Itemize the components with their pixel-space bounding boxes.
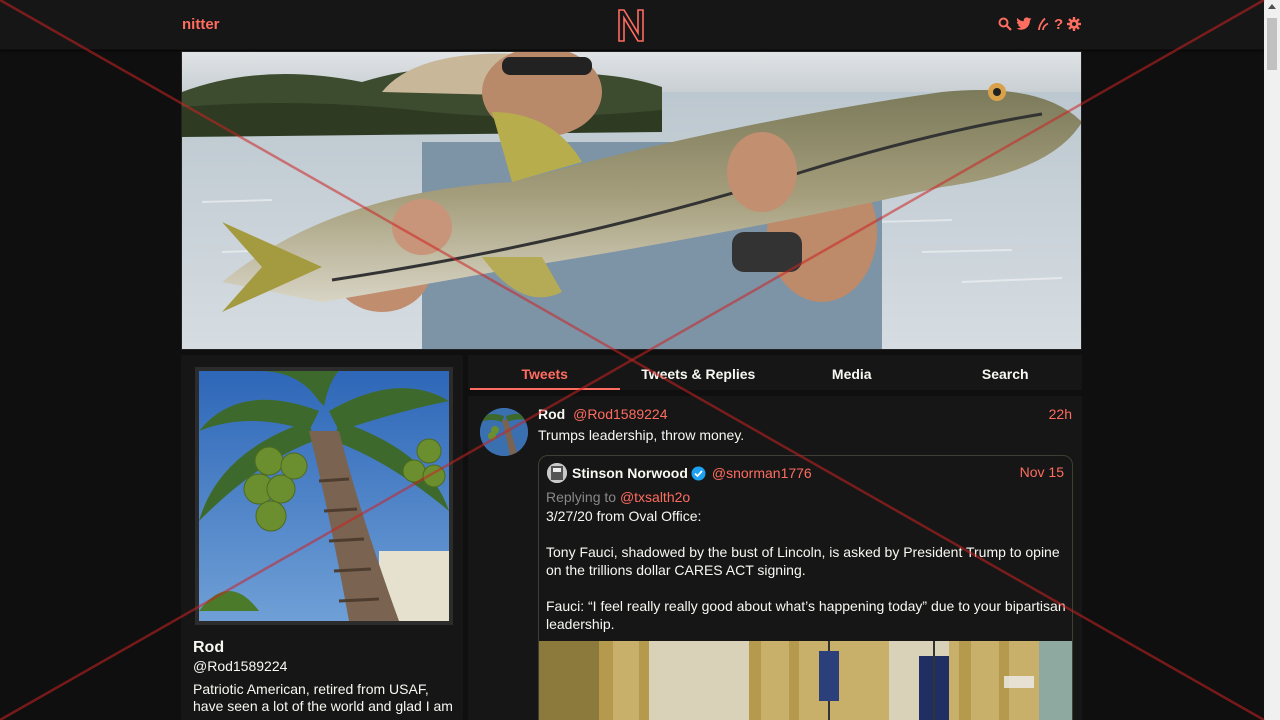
profile-fullname: Rod bbox=[193, 639, 225, 656]
quote-fullname[interactable]: Stinson Norwood bbox=[572, 465, 688, 481]
quote-paragraph: 3/27/20 from Oval Office: bbox=[546, 508, 702, 524]
profile-avatar[interactable] bbox=[195, 367, 453, 625]
navbar: nitter ? bbox=[0, 0, 1264, 50]
tab-search[interactable]: Search bbox=[929, 355, 1083, 390]
timeline-tabs: Tweets Tweets & Replies Media Search bbox=[468, 355, 1082, 390]
rss-icon[interactable] bbox=[1036, 14, 1050, 34]
page-scrollbar[interactable] bbox=[1264, 0, 1280, 720]
nav-icon-group: ? bbox=[998, 14, 1264, 34]
quote-paragraph: Tony Fauci, shadowed by the bust of Linc… bbox=[546, 544, 1060, 578]
replying-to-label: Replying to bbox=[546, 489, 617, 505]
tab-media[interactable]: Media bbox=[775, 355, 929, 390]
quote-body: 3/27/20 from Oval Office: Tony Fauci, sh… bbox=[546, 507, 1068, 651]
timeline: Rod @Rod1589224 22h Trumps leadership, t… bbox=[468, 396, 1082, 720]
replying-to-link[interactable]: @txsalth2o bbox=[620, 489, 690, 505]
quote-paragraph: Fauci: “I feel really really good about … bbox=[546, 598, 1066, 632]
tab-tweets-replies[interactable]: Tweets & Replies bbox=[622, 355, 776, 390]
quote-header: Stinson Norwood @snorman1776 Nov 15 bbox=[547, 463, 1064, 483]
help-icon[interactable]: ? bbox=[1054, 14, 1063, 34]
quote-avatar[interactable] bbox=[547, 463, 567, 483]
gear-icon[interactable] bbox=[1067, 14, 1082, 34]
search-icon[interactable] bbox=[998, 14, 1012, 34]
tweet-text: Trumps leadership, throw money. bbox=[538, 427, 745, 443]
tweet-fullname[interactable]: Rod bbox=[538, 406, 565, 422]
scroll-up-arrow-icon[interactable] bbox=[1268, 4, 1276, 9]
nitter-logo[interactable] bbox=[615, 7, 647, 43]
profile-bio: Patriotic American, retired from USAF, h… bbox=[193, 681, 453, 714]
tweet-username[interactable]: @Rod1589224 bbox=[573, 406, 667, 422]
profile-card: Rod @Rod1589224 Patriotic American, reti… bbox=[181, 355, 463, 720]
quote-date[interactable]: Nov 15 bbox=[1020, 464, 1064, 480]
replying-to: Replying to @txsalth2o bbox=[546, 489, 690, 505]
profile-banner[interactable] bbox=[181, 51, 1082, 350]
quote-media-image[interactable] bbox=[539, 641, 1072, 720]
tweet-date[interactable]: 22h bbox=[1049, 406, 1072, 422]
verified-icon bbox=[691, 466, 706, 481]
brand-link[interactable]: nitter bbox=[182, 16, 220, 33]
tweet-header: Rod @Rod1589224 22h bbox=[538, 406, 1072, 424]
quoted-tweet[interactable]: Stinson Norwood @snorman1776 Nov 15 Repl… bbox=[538, 455, 1073, 720]
quote-username[interactable]: @snorman1776 bbox=[712, 465, 812, 481]
profile-username[interactable]: @Rod1589224 bbox=[193, 658, 287, 674]
scrollbar-thumb[interactable] bbox=[1267, 18, 1277, 70]
tweet-avatar[interactable] bbox=[480, 408, 528, 456]
twitter-icon[interactable] bbox=[1016, 14, 1032, 34]
tab-tweets[interactable]: Tweets bbox=[468, 355, 622, 390]
